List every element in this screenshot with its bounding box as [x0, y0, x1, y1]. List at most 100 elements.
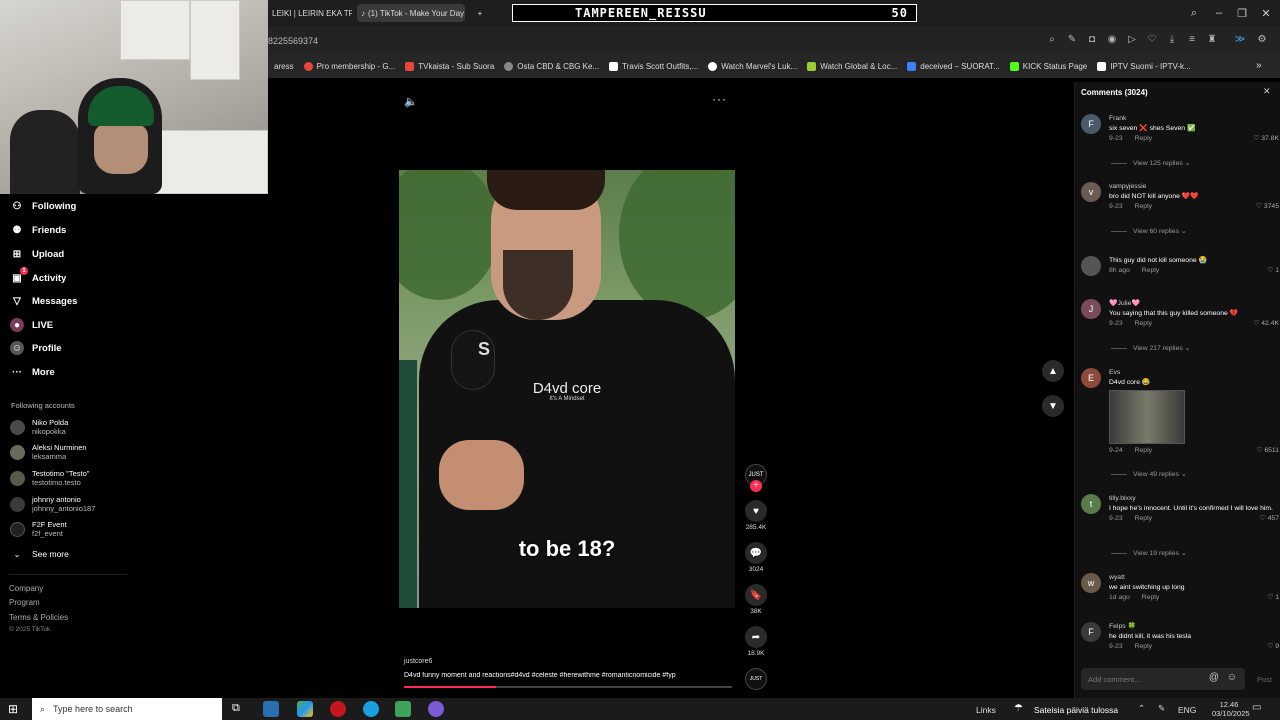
account-item[interactable]: johnny antonio johnny_antonio187: [10, 492, 95, 516]
close-comments-icon[interactable]: ✕: [1263, 86, 1271, 97]
more-options-icon[interactable]: ···: [712, 92, 727, 106]
avatar[interactable]: [1081, 256, 1101, 276]
account-item[interactable]: Niko Polda nikopokka: [10, 415, 68, 439]
edge-icon[interactable]: [363, 701, 379, 717]
browser-tab-active[interactable]: ♪ (1) TikTok - Make Your Day: [357, 4, 465, 22]
comment-likes[interactable]: ♡ 42.4K: [1253, 319, 1279, 329]
steam-icon[interactable]: [263, 701, 279, 717]
clock[interactable]: 12.46 03/10/2025: [1212, 700, 1250, 718]
account-item[interactable]: Testotimo "Testo" testotimo.testo: [10, 466, 89, 490]
maximize-icon[interactable]: ❐: [1235, 6, 1249, 20]
bookmark-item[interactable]: Pro membership - G...: [303, 61, 395, 71]
bookmark-item[interactable]: Travis Scott Outfits,...: [609, 61, 698, 71]
search-icon[interactable]: ⌕: [1187, 6, 1201, 20]
task-view-icon[interactable]: ⧉: [232, 702, 240, 715]
view-replies-button[interactable]: View 217 replies ⌄: [1111, 344, 1190, 352]
comment-likes[interactable]: ♡ 6511: [1256, 446, 1279, 456]
bookmark-item[interactable]: IPTV Suomi - IPTV-k...: [1097, 61, 1191, 71]
bookmark-item[interactable]: Watch Marvel's Luk...: [708, 61, 797, 71]
browser-tab[interactable]: LEIKI | LEIRIN EKA TREE: [268, 4, 352, 22]
emoji-icon[interactable]: ☺: [1227, 672, 1237, 683]
avatar[interactable]: v: [1081, 182, 1101, 202]
reply-button[interactable]: Reply: [1142, 594, 1159, 601]
video-author[interactable]: justcore6: [404, 658, 432, 665]
next-video-button[interactable]: ▼: [1042, 395, 1064, 417]
bookmark-item[interactable]: KICK Status Page: [1009, 61, 1087, 71]
avatar[interactable]: t: [1081, 494, 1101, 514]
author-avatar[interactable]: JUST +: [742, 464, 770, 492]
comment-likes[interactable]: ♡ 9: [1267, 642, 1279, 652]
weather-icon[interactable]: ☂: [1014, 703, 1023, 714]
minimize-icon[interactable]: –: [1212, 6, 1226, 20]
taskbar-search[interactable]: ⌕ Type here to search: [32, 698, 222, 720]
tray-chevron-icon[interactable]: ⌃: [1138, 703, 1145, 714]
comment-user[interactable]: tilly.blxxy: [1109, 494, 1279, 504]
share-button[interactable]: ➦ 18.9K: [742, 626, 770, 657]
nav-following[interactable]: ⚇ Following: [10, 196, 77, 216]
pen-icon[interactable]: ✎: [1158, 703, 1165, 714]
comment-likes[interactable]: ♡ 37.8K: [1253, 134, 1279, 144]
vpn-icon[interactable]: ≫: [1234, 34, 1246, 46]
comment-input[interactable]: Add comment... @ ☺: [1081, 668, 1245, 690]
footer-program-link[interactable]: Program: [9, 598, 40, 607]
music-disc[interactable]: JUST: [742, 668, 770, 692]
comment-user[interactable]: 🩷Julie🩷: [1109, 299, 1279, 309]
nav-upload[interactable]: ⊞ Upload: [10, 244, 64, 264]
nav-profile[interactable]: ☺ Profile: [10, 338, 62, 358]
comment-user[interactable]: wyatt: [1109, 573, 1279, 583]
view-replies-button[interactable]: View 49 replies ⌄: [1111, 470, 1187, 478]
account-item[interactable]: F2F Event f2f_event: [10, 517, 67, 541]
avatar[interactable]: E: [1081, 368, 1101, 388]
comment-likes[interactable]: ♡ 1: [1267, 593, 1279, 603]
comment-likes[interactable]: ♡ 3745: [1256, 202, 1279, 212]
comment-image[interactable]: [1109, 390, 1185, 444]
bookmark-item[interactable]: aress: [274, 62, 294, 71]
reply-button[interactable]: Reply: [1135, 447, 1152, 454]
comment-user[interactable]: vampyjessie: [1109, 182, 1279, 192]
comment-likes[interactable]: ♡ 457: [1260, 514, 1279, 524]
reply-button[interactable]: Reply: [1135, 515, 1152, 522]
opera-icon[interactable]: [330, 701, 346, 717]
comment-likes[interactable]: ♡ 1: [1267, 266, 1279, 276]
bookmark-item[interactable]: TVkaista - Sub Suora: [405, 61, 494, 71]
avatar[interactable]: w: [1081, 573, 1101, 593]
follow-plus-icon[interactable]: +: [750, 480, 762, 492]
see-more-button[interactable]: ⌄ See more: [10, 544, 69, 564]
download-icon[interactable]: ⤓: [1166, 34, 1178, 46]
nav-activity[interactable]: ▣ 1 Activity: [10, 267, 66, 288]
footer-terms-link[interactable]: Terms & Policies: [9, 613, 68, 622]
video-player[interactable]: S D4vd core It's A Mindset to be 18?: [399, 170, 735, 608]
comment-user[interactable]: Felps 🍀: [1109, 622, 1279, 632]
play-icon[interactable]: ▷: [1126, 34, 1138, 46]
zoom-icon[interactable]: ⌕: [1046, 34, 1058, 46]
camera-icon[interactable]: ◘: [1086, 34, 1098, 46]
settings-icon[interactable]: ⚙: [1256, 34, 1268, 46]
avatar[interactable]: F: [1081, 114, 1101, 134]
shield-icon[interactable]: ◉: [1106, 34, 1118, 46]
new-tab-button[interactable]: +: [473, 4, 487, 22]
reply-button[interactable]: Reply: [1135, 203, 1152, 210]
nav-more[interactable]: ··· More: [10, 362, 55, 382]
bookmark-item[interactable]: Osta CBD & CBG Ke...: [504, 61, 599, 71]
bookmark-item[interactable]: deceived – SUORAT...: [907, 61, 1000, 71]
mention-icon[interactable]: @: [1209, 672, 1219, 683]
previous-video-button[interactable]: ▲: [1042, 360, 1064, 382]
reply-button[interactable]: Reply: [1135, 320, 1152, 327]
like-button[interactable]: ♥ 285.4K: [742, 500, 770, 531]
app-icon[interactable]: [297, 701, 313, 717]
volume-icon[interactable]: 🔈: [404, 95, 418, 108]
extension-icon[interactable]: ♜: [1206, 34, 1218, 46]
view-replies-button[interactable]: View 19 replies ⌄: [1111, 549, 1187, 557]
reply-button[interactable]: Reply: [1135, 135, 1152, 142]
heart-icon[interactable]: ♡: [1146, 34, 1158, 46]
avatar[interactable]: F: [1081, 622, 1101, 642]
reply-button[interactable]: Reply: [1142, 267, 1159, 274]
view-replies-button[interactable]: View 60 replies ⌄: [1111, 227, 1187, 235]
app-icon[interactable]: [428, 701, 444, 717]
notifications-icon[interactable]: ▭: [1252, 702, 1261, 713]
footer-company-link[interactable]: Company: [9, 584, 43, 593]
nav-live[interactable]: ● LIVE: [10, 315, 53, 335]
edit-icon[interactable]: ✎: [1066, 34, 1078, 46]
bookmarks-overflow-icon[interactable]: »: [1256, 60, 1262, 71]
comment-button[interactable]: 💬 3024: [742, 542, 770, 573]
